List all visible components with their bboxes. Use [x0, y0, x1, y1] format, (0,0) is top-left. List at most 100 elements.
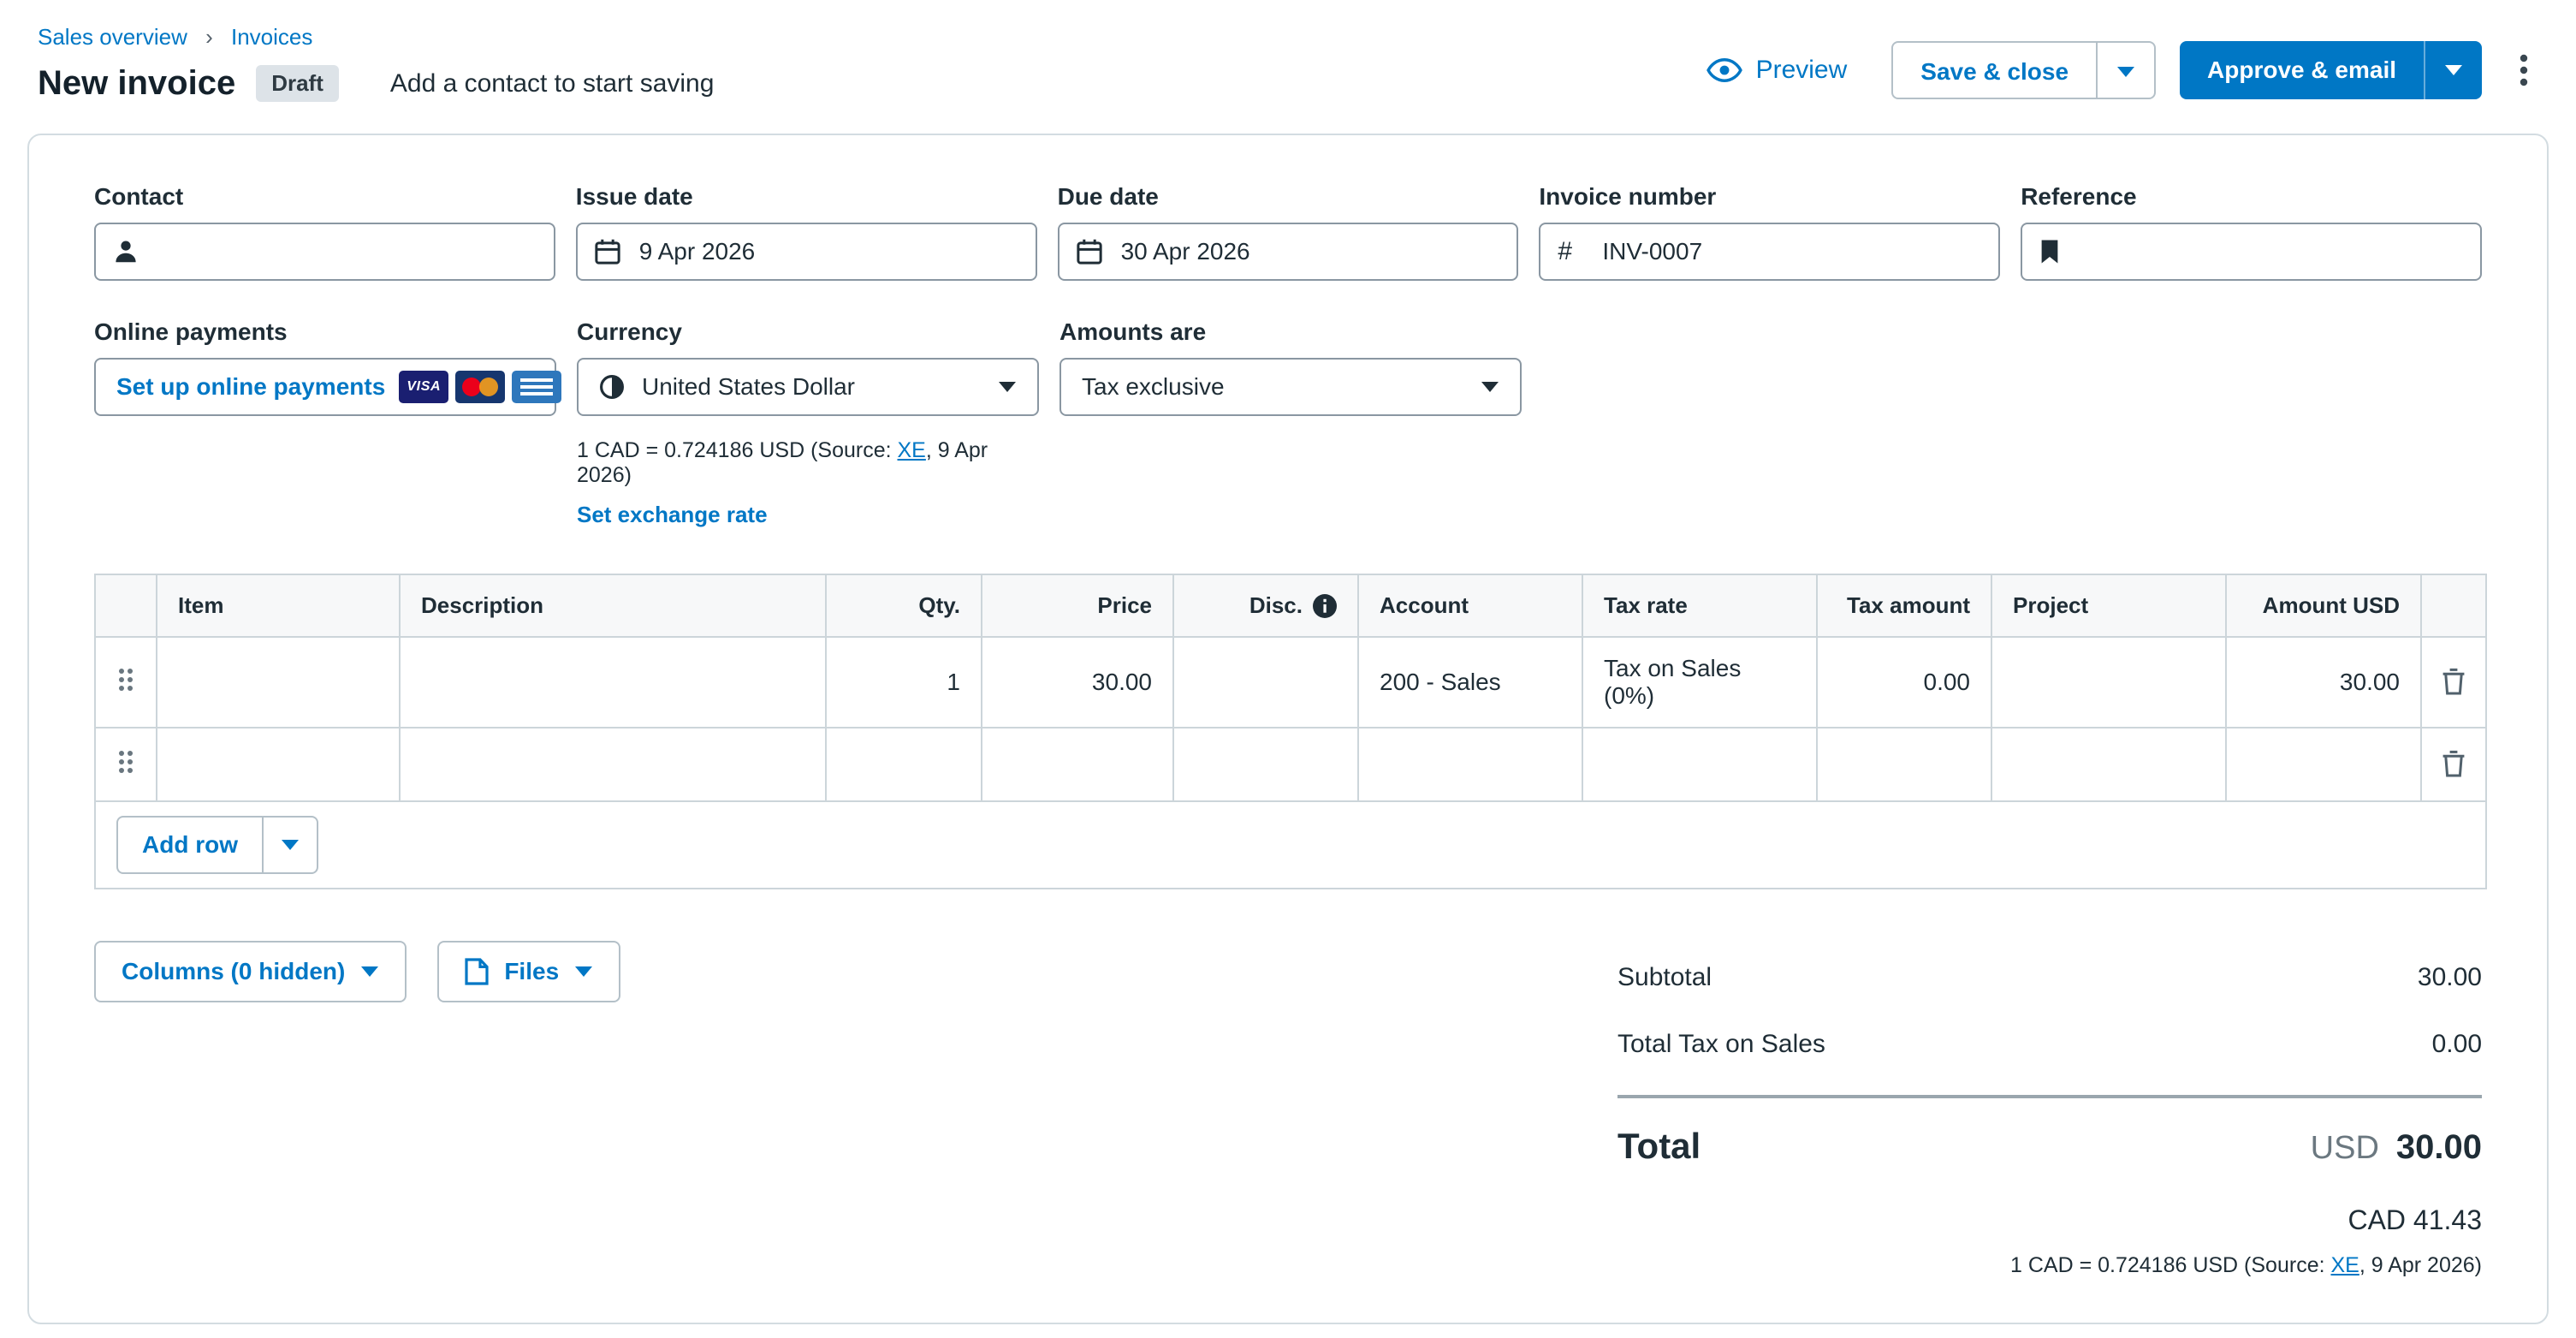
due-date-input[interactable]	[1058, 223, 1519, 281]
qty-cell[interactable]: 1	[826, 637, 982, 728]
col-header-qty[interactable]: Qty.	[826, 574, 982, 637]
tax-amount-cell[interactable]: 0.00	[1817, 637, 1991, 728]
col-header-tax-rate[interactable]: Tax rate	[1582, 574, 1817, 637]
due-date-field: Due date	[1058, 183, 1519, 281]
approve-email-dropdown-button[interactable]	[2424, 41, 2482, 99]
tax-amount-cell[interactable]	[1817, 728, 1991, 801]
fields-row-1: Contact Issue date Due dat	[94, 183, 2482, 281]
save-close-button[interactable]: Save & close	[1893, 43, 2096, 99]
save-close-dropdown-button[interactable]	[2096, 43, 2154, 99]
breadcrumb-separator: ›	[205, 24, 213, 50]
disc-cell[interactable]	[1173, 728, 1358, 801]
tax-rate-cell[interactable]	[1582, 728, 1817, 801]
table-header-row: Item Description Qty. Price Disc. Accoun…	[95, 574, 2486, 637]
delete-row-button[interactable]	[2438, 746, 2469, 781]
totals-panel: Subtotal 30.00 Total Tax on Sales 0.00 T…	[1617, 944, 2482, 1278]
col-header-description[interactable]: Description	[400, 574, 826, 637]
line-item-row-2	[95, 728, 2486, 801]
delete-column-header	[2421, 574, 2486, 637]
reference-field: Reference	[2021, 183, 2482, 281]
preview-button[interactable]: Preview	[1706, 56, 1848, 85]
add-row-footer: Add row	[95, 801, 2486, 889]
qty-cell[interactable]	[826, 728, 982, 801]
total-row: Total USD30.00	[1617, 1098, 2482, 1184]
project-cell[interactable]	[1991, 728, 2226, 801]
files-button[interactable]: Files	[437, 941, 620, 1002]
file-icon	[465, 958, 489, 985]
total-value: 30.00	[2396, 1128, 2482, 1166]
chevron-down-icon	[2116, 66, 2135, 78]
item-cell[interactable]	[157, 637, 400, 728]
price-cell[interactable]: 30.00	[982, 637, 1173, 728]
new-invoice-page: Sales overview › Invoices New invoice Dr…	[0, 0, 2576, 1324]
col-header-project[interactable]: Project	[1991, 574, 2226, 637]
setup-online-payments-button[interactable]: Set up online payments VISA	[94, 358, 556, 416]
col-header-tax-amount[interactable]: Tax amount	[1817, 574, 1991, 637]
mastercard-icon	[455, 371, 505, 403]
chevron-down-icon	[2444, 64, 2463, 76]
overflow-menu-button[interactable]	[2509, 47, 2538, 93]
total-label: Total	[1617, 1126, 1701, 1167]
currency-select[interactable]: United States Dollar	[577, 358, 1039, 416]
col-header-account[interactable]: Account	[1358, 574, 1582, 637]
breadcrumb-sales-overview[interactable]: Sales overview	[38, 24, 187, 50]
contact-input[interactable]	[94, 223, 555, 281]
tax-rate-cell[interactable]: Tax on Sales (0%)	[1582, 637, 1817, 728]
columns-button-label: Columns (0 hidden)	[122, 958, 345, 985]
col-header-disc[interactable]: Disc.	[1173, 574, 1358, 637]
header-actions: Preview Save & close Approve & email	[1706, 41, 2538, 99]
amount-cell[interactable]: 30.00	[2226, 637, 2421, 728]
save-hint-text: Add a contact to start saving	[390, 69, 715, 98]
xe-link[interactable]: XE	[898, 438, 926, 462]
item-cell[interactable]	[157, 728, 400, 801]
description-cell[interactable]	[400, 728, 826, 801]
total-tax-value: 0.00	[2432, 1030, 2482, 1059]
drag-column-header	[95, 574, 157, 637]
reference-input[interactable]	[2021, 223, 2482, 281]
preview-label: Preview	[1756, 56, 1848, 85]
xe-link[interactable]: XE	[2330, 1253, 2359, 1277]
amounts-are-label: Amounts are	[1059, 318, 1522, 346]
account-cell[interactable]	[1358, 728, 1582, 801]
columns-button[interactable]: Columns (0 hidden)	[94, 941, 407, 1002]
amex-icon	[512, 371, 561, 403]
disc-cell[interactable]	[1173, 637, 1358, 728]
add-row-button[interactable]: Add row	[118, 818, 262, 872]
amounts-are-select[interactable]: Tax exclusive	[1059, 358, 1522, 416]
reference-label: Reference	[2021, 183, 2482, 211]
invoice-number-input[interactable]	[1539, 223, 2000, 281]
set-exchange-rate-link[interactable]: Set exchange rate	[577, 502, 768, 528]
amount-cell[interactable]	[2226, 728, 2421, 801]
breadcrumb: Sales overview › Invoices	[38, 24, 714, 51]
files-button-label: Files	[504, 958, 559, 985]
chevron-down-icon	[360, 966, 379, 978]
delete-row-button[interactable]	[2438, 664, 2469, 699]
exchange-note-prefix: 1 CAD = 0.724186 USD (Source:	[2010, 1253, 2331, 1277]
price-cell[interactable]	[982, 728, 1173, 801]
col-header-item[interactable]: Item	[157, 574, 400, 637]
currency-value: United States Dollar	[642, 373, 998, 401]
drag-handle[interactable]	[95, 728, 157, 801]
description-cell[interactable]	[400, 637, 826, 728]
account-cell[interactable]: 200 - Sales	[1358, 637, 1582, 728]
exchange-note-suffix: , 9 Apr 2026)	[2359, 1253, 2482, 1277]
col-header-price[interactable]: Price	[982, 574, 1173, 637]
contact-field: Contact	[94, 183, 555, 281]
exchange-note-prefix: 1 CAD = 0.724186 USD (Source:	[577, 438, 898, 462]
info-icon[interactable]	[1313, 594, 1337, 618]
breadcrumb-invoices[interactable]: Invoices	[231, 24, 312, 50]
approve-email-button[interactable]: Approve & email	[2180, 41, 2424, 99]
chevron-down-icon	[998, 381, 1017, 393]
converted-total: CAD 41.43	[1617, 1184, 2482, 1240]
status-badge: Draft	[256, 65, 339, 102]
currency-field: Currency United States Dollar 1 CAD = 0.…	[577, 318, 1039, 529]
add-row-dropdown-button[interactable]	[262, 818, 317, 872]
issue-date-input[interactable]	[576, 223, 1037, 281]
line-item-row-1: 1 30.00 200 - Sales Tax on Sales (0%) 0.…	[95, 637, 2486, 728]
col-header-amount-usd[interactable]: Amount USD	[2226, 574, 2421, 637]
save-close-split-button: Save & close	[1891, 41, 2156, 99]
page-header: Sales overview › Invoices New invoice Dr…	[0, 0, 2576, 130]
drag-handle[interactable]	[95, 637, 157, 728]
approve-email-split-button: Approve & email	[2180, 41, 2482, 99]
project-cell[interactable]	[1991, 637, 2226, 728]
